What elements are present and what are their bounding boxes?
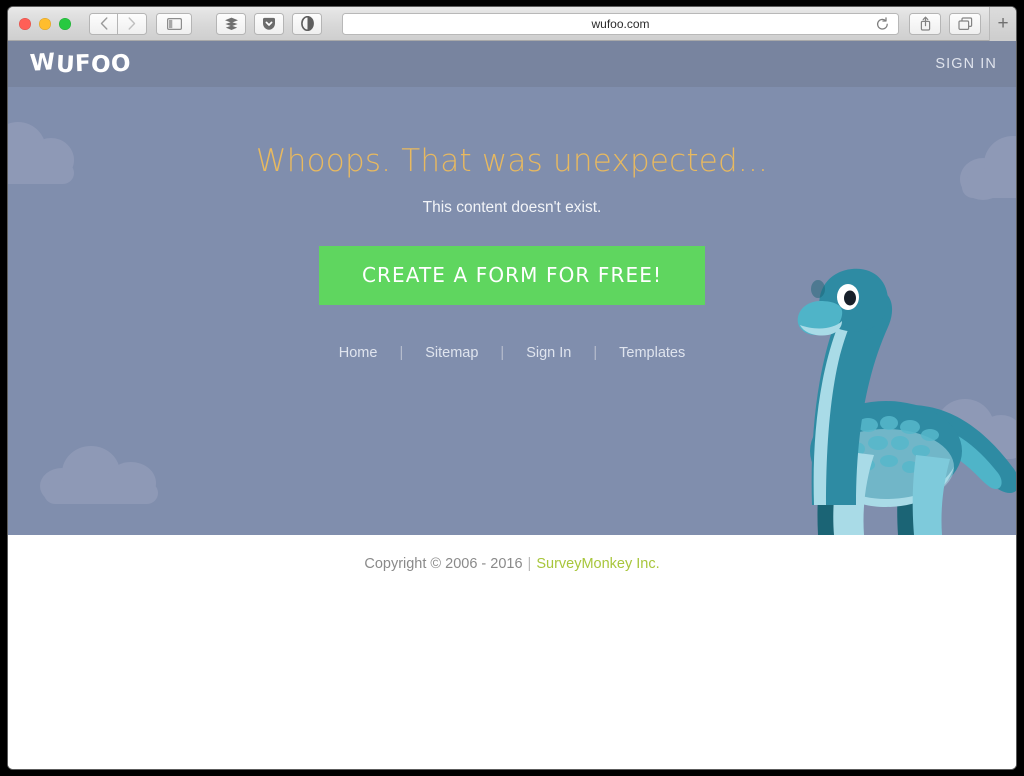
navigation-buttons	[89, 12, 147, 35]
copyright-line: Copyright © 2006 - 2016 | SurveyMonkey Inc…	[8, 556, 1016, 572]
pocket-icon	[263, 17, 275, 30]
chevron-left-icon	[100, 17, 107, 30]
wufoo-logo[interactable]: W U F O O	[29, 49, 133, 79]
sign-in-link[interactable]: SIGN IN	[935, 56, 997, 72]
new-tab-button[interactable]: +	[989, 7, 1016, 41]
toolbar-right-buttons	[909, 12, 981, 35]
share-icon	[920, 16, 930, 31]
footer-separator: |	[527, 556, 532, 572]
logo-letter: F	[74, 50, 92, 78]
link-home[interactable]: Home	[339, 345, 378, 361]
layers-icon	[224, 17, 238, 30]
site-footer: Copyright © 2006 - 2016 | SurveyMonkey Inc…	[8, 535, 1016, 769]
forward-button[interactable]	[118, 12, 147, 35]
show-sidebar-button[interactable]	[156, 12, 192, 35]
logo-letter: W	[29, 49, 57, 77]
link-separator: |	[593, 345, 598, 361]
zoom-window-button[interactable]	[59, 17, 71, 30]
copyright-text: Copyright © 2006 - 2016	[364, 556, 523, 572]
dino-front-leg-right	[912, 455, 950, 535]
link-separator: |	[399, 345, 404, 361]
url-text: wufoo.com	[591, 16, 650, 31]
link-templates[interactable]: Templates	[619, 345, 685, 361]
ghostery-extension-button[interactable]	[292, 12, 322, 35]
error-content: Whoops. That was unexpected... This cont…	[8, 87, 1016, 361]
page-content: W U F O O SIGN IN Whoops. That was unexp…	[8, 41, 1016, 769]
share-button[interactable]	[909, 12, 941, 35]
address-bar[interactable]: wufoo.com	[342, 12, 899, 36]
back-button[interactable]	[89, 12, 118, 35]
minimize-window-button[interactable]	[39, 17, 51, 30]
pocket-extension-button[interactable]	[254, 12, 284, 35]
reload-button[interactable]	[876, 16, 889, 36]
browser-window: wufoo.com + W U F O O SIGN IN Whoops. Th…	[8, 7, 1016, 769]
extension-buttons	[216, 12, 322, 35]
browser-toolbar: wufoo.com +	[8, 7, 1016, 41]
hero-links: Home | Sitemap | Sign In | Templates	[8, 345, 1016, 361]
cloud-bottom-left	[40, 446, 162, 504]
link-sitemap[interactable]: Sitemap	[425, 345, 478, 361]
sidebar-icon	[166, 17, 182, 30]
layers-extension-button[interactable]	[216, 12, 246, 35]
close-window-button[interactable]	[19, 17, 31, 30]
logo-letter: O	[90, 51, 113, 79]
ghost-circle-icon	[300, 16, 314, 31]
reload-icon	[877, 16, 888, 30]
logo-letter: U	[55, 51, 76, 79]
window-traffic-lights	[8, 17, 71, 30]
tabs-icon	[957, 16, 972, 30]
surveymonkey-link[interactable]: SurveyMonkey Inc.	[536, 556, 659, 572]
link-separator: |	[500, 345, 505, 361]
site-header: W U F O O SIGN IN	[8, 41, 1016, 87]
show-tabs-button[interactable]	[949, 12, 981, 35]
error-headline: Whoops. That was unexpected...	[255, 143, 769, 179]
hero-section: W U F O O SIGN IN Whoops. That was unexp…	[8, 41, 1016, 535]
logo-letter: O	[110, 50, 133, 78]
create-form-button[interactable]: CREATE A FORM FOR FREE!	[318, 246, 706, 305]
link-sign-in[interactable]: Sign In	[526, 345, 571, 361]
error-subline: This content doesn't exist.	[422, 199, 602, 216]
chevron-right-icon	[128, 17, 136, 30]
